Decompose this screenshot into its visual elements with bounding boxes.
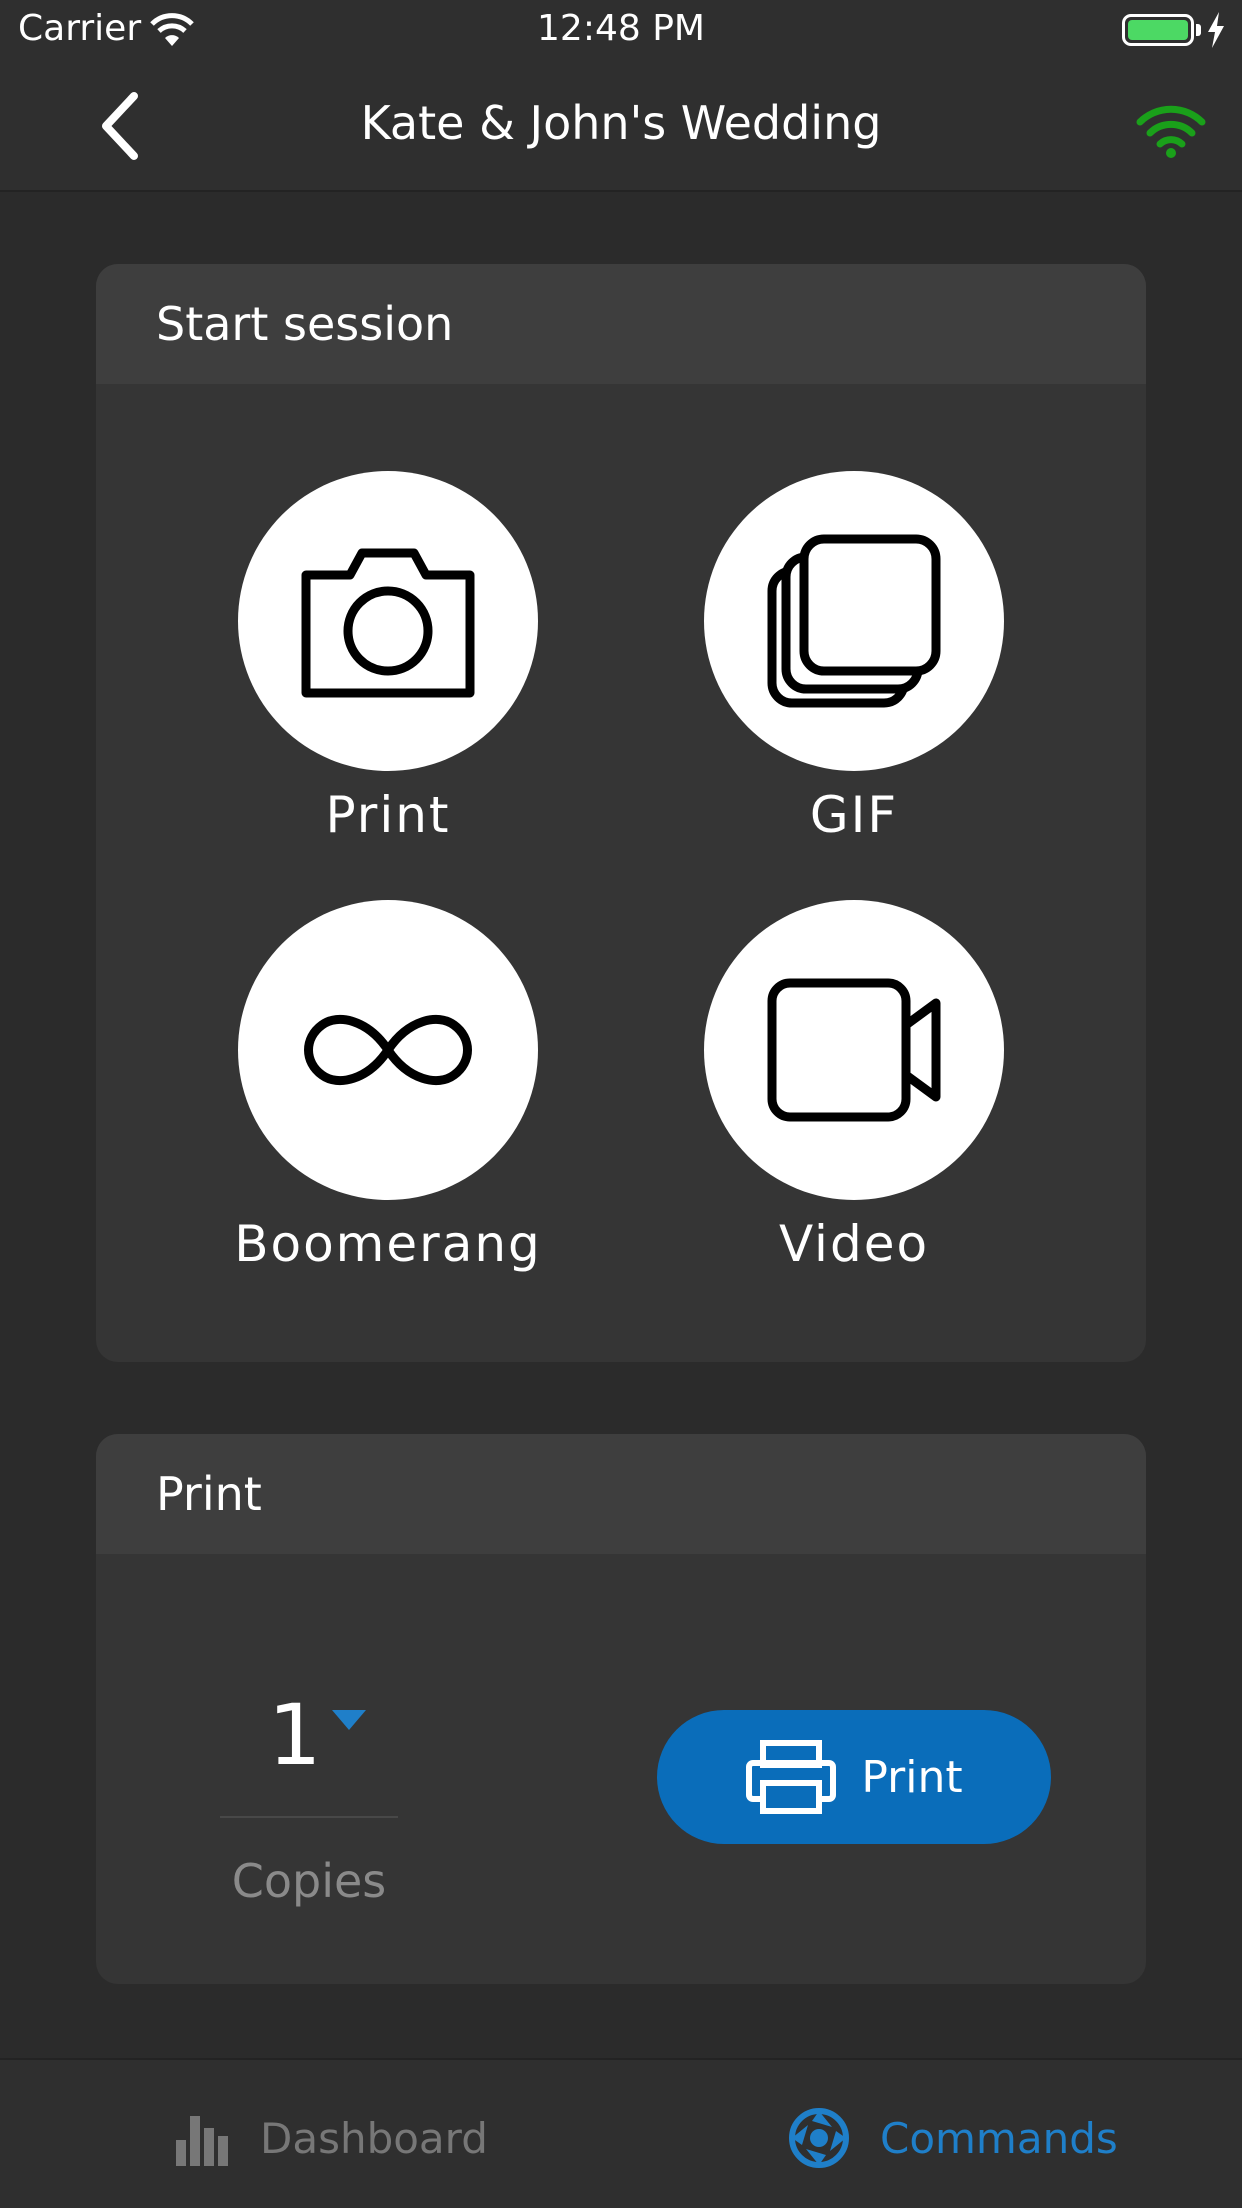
start-session-card: Start session Print GIF Boomerang Video [96, 264, 1146, 1362]
print-header: Print [96, 1434, 1146, 1554]
camera-icon [301, 548, 475, 698]
caret-down-icon[interactable] [332, 1710, 366, 1732]
printer-icon [746, 1740, 837, 1814]
screen: Carrier 12:48 PM Kate & John's Wedding S… [0, 0, 1242, 2208]
event-title: Kate & John's Wedding [360, 96, 882, 150]
navigation-bar: Kate & John's Wedding [0, 60, 1242, 192]
tab-dashboard[interactable]: Dashboard [176, 2108, 488, 2168]
gif-mode-label: GIF [809, 786, 899, 844]
tab-commands[interactable]: Commands [788, 2108, 1118, 2168]
print-button[interactable]: Print [657, 1710, 1051, 1844]
tab-bar: Dashboard Commands [0, 2058, 1242, 2208]
aperture-icon [789, 2108, 849, 2168]
tab-commands-label: Commands [880, 2113, 1118, 2163]
print-card: Print 1 Copies Print [96, 1434, 1146, 1984]
wifi-icon[interactable] [1136, 102, 1206, 158]
charging-bolt-icon [1208, 12, 1224, 48]
copies-selector[interactable]: 1 [268, 1686, 321, 1784]
print-mode-label: Print [325, 786, 451, 844]
tab-dashboard-label: Dashboard [260, 2113, 488, 2163]
stack-icon [767, 534, 941, 708]
infinity-icon [304, 1014, 472, 1086]
video-camera-icon [767, 978, 941, 1122]
boomerang-mode-button[interactable] [238, 900, 538, 1200]
gif-mode-button[interactable] [704, 471, 1004, 771]
status-bar: Carrier 12:48 PM [0, 0, 1242, 60]
boomerang-mode-label: Boomerang [234, 1215, 542, 1273]
copies-label: Copies [231, 1854, 387, 1908]
clock: 12:48 PM [537, 8, 705, 49]
copies-divider [220, 1816, 398, 1818]
battery-icon [1122, 14, 1194, 46]
print-mode-button[interactable] [238, 471, 538, 771]
start-session-header: Start session [96, 264, 1146, 384]
battery-tip [1196, 24, 1201, 36]
video-mode-button[interactable] [704, 900, 1004, 1200]
battery-level [1128, 20, 1188, 40]
bar-chart-icon [176, 2116, 228, 2166]
print-button-label: Print [861, 1751, 963, 1803]
video-mode-label: Video [778, 1215, 930, 1273]
